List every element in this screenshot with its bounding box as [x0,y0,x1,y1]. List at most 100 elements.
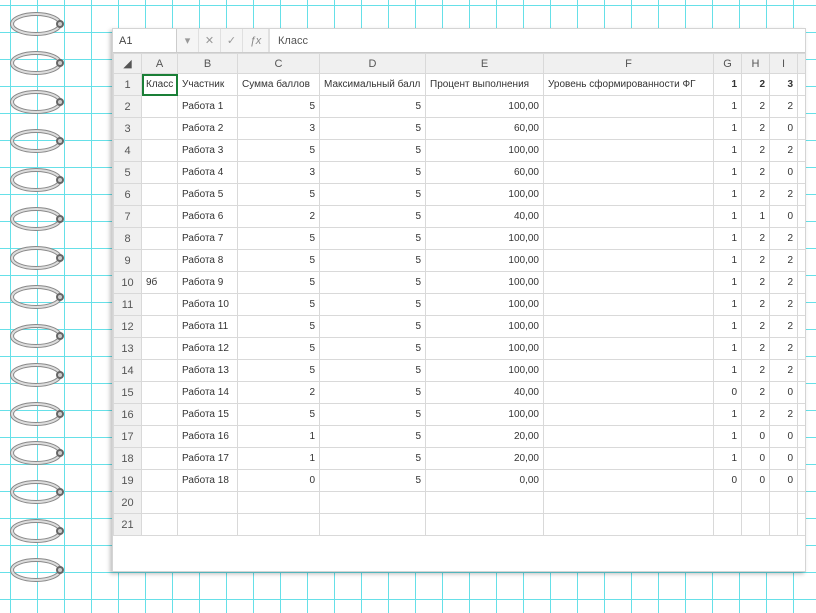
cell[interactable]: Работа 6 [178,206,238,228]
cell[interactable] [770,514,798,536]
cell[interactable] [142,118,178,140]
row-header[interactable]: 19 [114,470,142,492]
cell[interactable]: 100,00 [426,96,544,118]
cell[interactable]: 100,00 [426,294,544,316]
cell[interactable]: 2 [742,96,770,118]
cell[interactable]: 0 [770,206,798,228]
cell[interactable]: 5 [320,404,426,426]
cell[interactable] [544,448,714,470]
cell[interactable]: 1 [742,206,770,228]
cell[interactable] [320,514,426,536]
cell[interactable] [142,162,178,184]
cell[interactable]: 2 [770,404,798,426]
cell[interactable] [238,514,320,536]
cell[interactable]: 5 [320,382,426,404]
cell[interactable]: 2 [742,74,770,96]
row-header[interactable]: 10 [114,272,142,294]
cell[interactable]: 5 [320,272,426,294]
cell[interactable]: 5 [320,250,426,272]
cell[interactable]: 1 [714,404,742,426]
cell[interactable]: 2 [770,228,798,250]
cell[interactable]: 5 [238,272,320,294]
cell[interactable]: Максимальный балл [320,74,426,96]
cell[interactable]: 100,00 [426,338,544,360]
cell[interactable]: Работа 8 [178,250,238,272]
cell[interactable]: 2 [742,338,770,360]
cell[interactable]: 0 [770,448,798,470]
cell[interactable]: 1 [238,426,320,448]
cell[interactable]: 40,00 [426,382,544,404]
cell[interactable]: Процент выполнения [426,74,544,96]
cell[interactable]: 0 [770,426,798,448]
cell[interactable]: 0,00 [426,470,544,492]
cell[interactable] [142,492,178,514]
cell[interactable] [178,514,238,536]
cell[interactable] [142,316,178,338]
cell[interactable]: Работа 18 [178,470,238,492]
cell[interactable] [142,206,178,228]
cell[interactable] [238,492,320,514]
cell[interactable] [142,184,178,206]
cell[interactable]: Работа 5 [178,184,238,206]
cell[interactable] [798,140,806,162]
cell[interactable] [544,426,714,448]
cell[interactable]: 1 [714,162,742,184]
cell[interactable]: 1 [714,140,742,162]
cell[interactable]: 3 [238,162,320,184]
column-header[interactable]: H [742,54,770,74]
cell[interactable]: Работа 3 [178,140,238,162]
cell[interactable]: 5 [320,140,426,162]
cell[interactable]: 1 [714,250,742,272]
cell[interactable]: 0 [742,470,770,492]
cell[interactable] [798,96,806,118]
row-header[interactable]: 13 [114,338,142,360]
cell[interactable] [142,382,178,404]
cell[interactable]: 3 [238,118,320,140]
cell[interactable]: 2 [770,272,798,294]
row-header[interactable]: 4 [114,140,142,162]
cell[interactable]: 0 [714,382,742,404]
cell[interactable] [142,228,178,250]
cell[interactable] [798,206,806,228]
cell[interactable] [142,426,178,448]
cell[interactable]: 2 [742,118,770,140]
cell[interactable] [178,492,238,514]
cell[interactable]: 5 [320,470,426,492]
select-all-corner[interactable]: ◢ [114,54,142,74]
cancel-icon[interactable]: ✕ [199,29,221,52]
cell[interactable]: Работа 2 [178,118,238,140]
cell[interactable] [798,470,806,492]
cell[interactable]: 2 [238,206,320,228]
cell[interactable]: 100,00 [426,228,544,250]
cell[interactable] [798,272,806,294]
cell[interactable] [798,228,806,250]
cell[interactable]: 100,00 [426,360,544,382]
cell[interactable]: 9б [142,272,178,294]
cell[interactable]: 5 [320,294,426,316]
cell[interactable]: 5 [320,184,426,206]
cell[interactable]: 0 [742,426,770,448]
cell[interactable] [798,426,806,448]
cell[interactable] [544,162,714,184]
cell[interactable]: 1 [714,74,742,96]
cell[interactable] [544,250,714,272]
cell[interactable]: 2 [742,228,770,250]
cell[interactable]: Работа 4 [178,162,238,184]
cell[interactable]: 2 [742,316,770,338]
cell[interactable]: 1 [714,338,742,360]
cell[interactable]: 5 [238,294,320,316]
cell[interactable] [142,404,178,426]
cell[interactable]: Работа 14 [178,382,238,404]
cell[interactable]: 2 [742,404,770,426]
cell[interactable]: 100,00 [426,140,544,162]
cell[interactable] [798,74,806,96]
cell[interactable]: 5 [238,228,320,250]
cell[interactable] [798,404,806,426]
cell[interactable] [798,360,806,382]
cell[interactable]: 5 [238,140,320,162]
cell[interactable]: 1 [238,448,320,470]
cell[interactable]: 5 [238,338,320,360]
cell[interactable]: 1 [714,294,742,316]
row-header[interactable]: 16 [114,404,142,426]
column-header[interactable]: E [426,54,544,74]
